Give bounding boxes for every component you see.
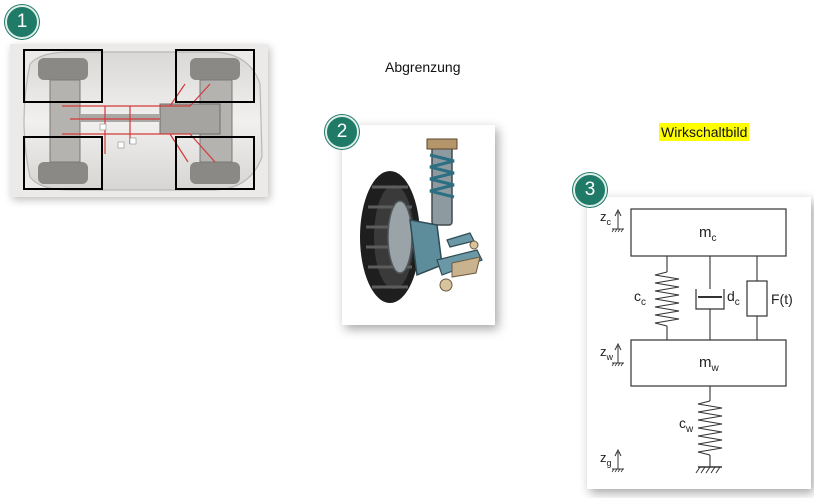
- caption-wirkschaltbild-text: Wirkschaltbild: [659, 123, 750, 141]
- spring-tire-label: c: [679, 415, 686, 431]
- spring-chassis-label: c: [634, 288, 641, 304]
- caption-wirkschaltbild: Wirkschaltbild: [659, 123, 750, 141]
- svg-text:zc: zc: [600, 209, 612, 227]
- svg-text:zg: zg: [600, 450, 612, 468]
- svg-text:zw: zw: [600, 344, 614, 362]
- chassis-spring: [654, 271, 680, 327]
- svg-text:cw: cw: [679, 415, 694, 435]
- force-label: F(t): [771, 291, 793, 307]
- zc-arrow: [611, 208, 624, 233]
- chassis-topview-image: [10, 44, 268, 197]
- spring-tire-sub: w: [685, 424, 694, 435]
- damper: [695, 289, 725, 340]
- ground-symbol: [695, 466, 722, 474]
- zg-arrow: [611, 448, 624, 473]
- quarter-car-model-diagram: mc cc dc F(t) mw cw zc zw zg: [587, 197, 811, 489]
- mass-wheel-label: m: [699, 354, 712, 371]
- mass-wheel-sub: w: [711, 363, 720, 374]
- tire-spring: [697, 400, 723, 456]
- mass-chassis-sub: c: [712, 233, 717, 244]
- svg-text:dc: dc: [727, 288, 740, 308]
- step-badge-1: 1: [5, 5, 39, 39]
- spring-chassis-sub: c: [641, 297, 646, 308]
- suspension-cutaway-image: [342, 125, 495, 325]
- svg-text:cc: cc: [634, 288, 646, 308]
- force-actuator-box: [746, 280, 768, 317]
- damper-label: d: [727, 288, 735, 304]
- step-badge-2: 2: [325, 115, 359, 149]
- zw-arrow: [611, 342, 624, 367]
- zw-sub: w: [606, 352, 614, 362]
- mass-chassis-label: m: [699, 224, 712, 241]
- damper-sub: c: [735, 297, 740, 308]
- zg-sub: g: [607, 458, 612, 468]
- step-badge-3: 3: [573, 173, 607, 207]
- zc-sub: c: [607, 217, 612, 227]
- caption-abgrenzung: Abgrenzung: [385, 59, 461, 75]
